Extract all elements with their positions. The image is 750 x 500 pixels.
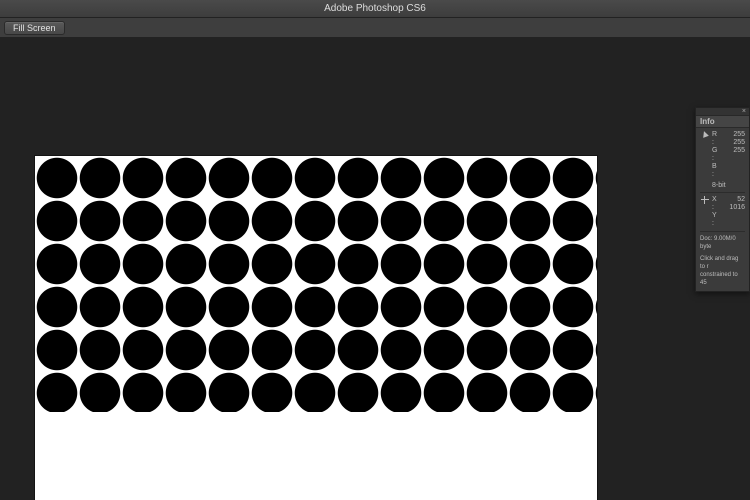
options-bar: Fill Screen [0,18,750,38]
rgb-g-value: 255 [718,139,745,147]
rgb-b-value: 255 [718,147,745,155]
document-canvas[interactable] [35,156,597,500]
info-panel-tab[interactable]: Info [696,116,749,128]
panel-close-button[interactable]: × [696,108,749,116]
info-panel-tab-label: Info [700,117,715,126]
app-titlebar: Adobe Photoshop CS6 [0,0,750,18]
app-title: Adobe Photoshop CS6 [324,3,426,14]
doc-size-readout: Doc: 9.00M/0 byte [700,235,745,251]
canvas-artwork [35,156,597,412]
info-panel-body: R : G : B : 255 255 255 8-bit X : Y : 52… [696,128,749,291]
info-panel: × Info R : G : B : 255 255 255 8-bit X :… [695,107,750,292]
pos-x-value: 52 [718,196,745,204]
view-mode-button[interactable]: Fill Screen [4,21,65,35]
pos-y-value: 1016 [718,204,745,212]
crosshair-icon [701,196,709,204]
rgb-b-label: B : [712,163,718,179]
color-depth: 8-bit [712,182,745,189]
tool-hint: Click and drag to r constrained to 45 [700,255,745,287]
rgb-r-value: 255 [718,131,745,139]
workspace [0,38,750,500]
view-mode-label: Fill Screen [13,23,56,33]
pos-y-label: Y : [712,212,718,228]
eyedropper-icon [701,130,709,138]
close-icon: × [742,108,746,115]
